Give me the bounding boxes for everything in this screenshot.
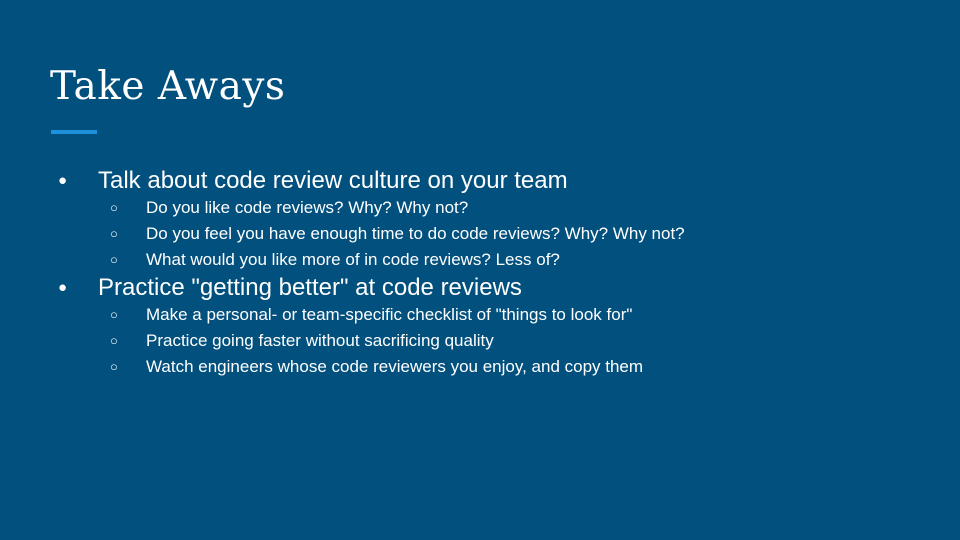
title-accent-bar	[51, 130, 97, 134]
sub-bullet-text: Make a personal- or team-specific checkl…	[146, 305, 633, 324]
sub-bullet-text: Practice going faster without sacrificin…	[146, 331, 494, 350]
bullet-item: ● Talk about code review culture on your…	[0, 166, 960, 195]
sub-bullet-item: ○ Do you like code reviews? Why? Why not…	[0, 195, 960, 221]
sub-bullet-text: Do you like code reviews? Why? Why not?	[146, 198, 469, 217]
sub-bullet-text: What would you like more of in code revi…	[146, 250, 560, 269]
sub-bullet-item: ○ Make a personal- or team-specific chec…	[0, 302, 960, 328]
hollow-bullet-icon: ○	[110, 333, 118, 348]
hollow-bullet-icon: ○	[110, 307, 118, 322]
bullet-text: Practice "getting better" at code review…	[98, 274, 522, 301]
hollow-bullet-icon: ○	[110, 200, 118, 215]
bullet-item: ● Practice "getting better" at code revi…	[0, 273, 960, 302]
sub-bullet-item: ○ Watch engineers whose code reviewers y…	[0, 354, 960, 380]
sub-bullet-item: ○ Do you feel you have enough time to do…	[0, 221, 960, 247]
slide-title: Take Aways	[50, 64, 286, 109]
sub-bullet-item: ○ Practice going faster without sacrific…	[0, 328, 960, 354]
sub-bullet-item: ○ What would you like more of in code re…	[0, 247, 960, 273]
filled-bullet-icon: ●	[58, 279, 68, 296]
sub-bullet-text: Do you feel you have enough time to do c…	[146, 224, 685, 243]
hollow-bullet-icon: ○	[110, 252, 118, 267]
sub-bullet-text: Watch engineers whose code reviewers you…	[146, 357, 644, 376]
bullet-list: ● Talk about code review culture on your…	[0, 166, 960, 380]
filled-bullet-icon: ●	[58, 172, 68, 189]
slide: Take Aways ● Talk about code review cult…	[0, 0, 960, 540]
hollow-bullet-icon: ○	[110, 226, 118, 241]
hollow-bullet-icon: ○	[110, 359, 118, 374]
bullet-text: Talk about code review culture on your t…	[98, 167, 568, 194]
